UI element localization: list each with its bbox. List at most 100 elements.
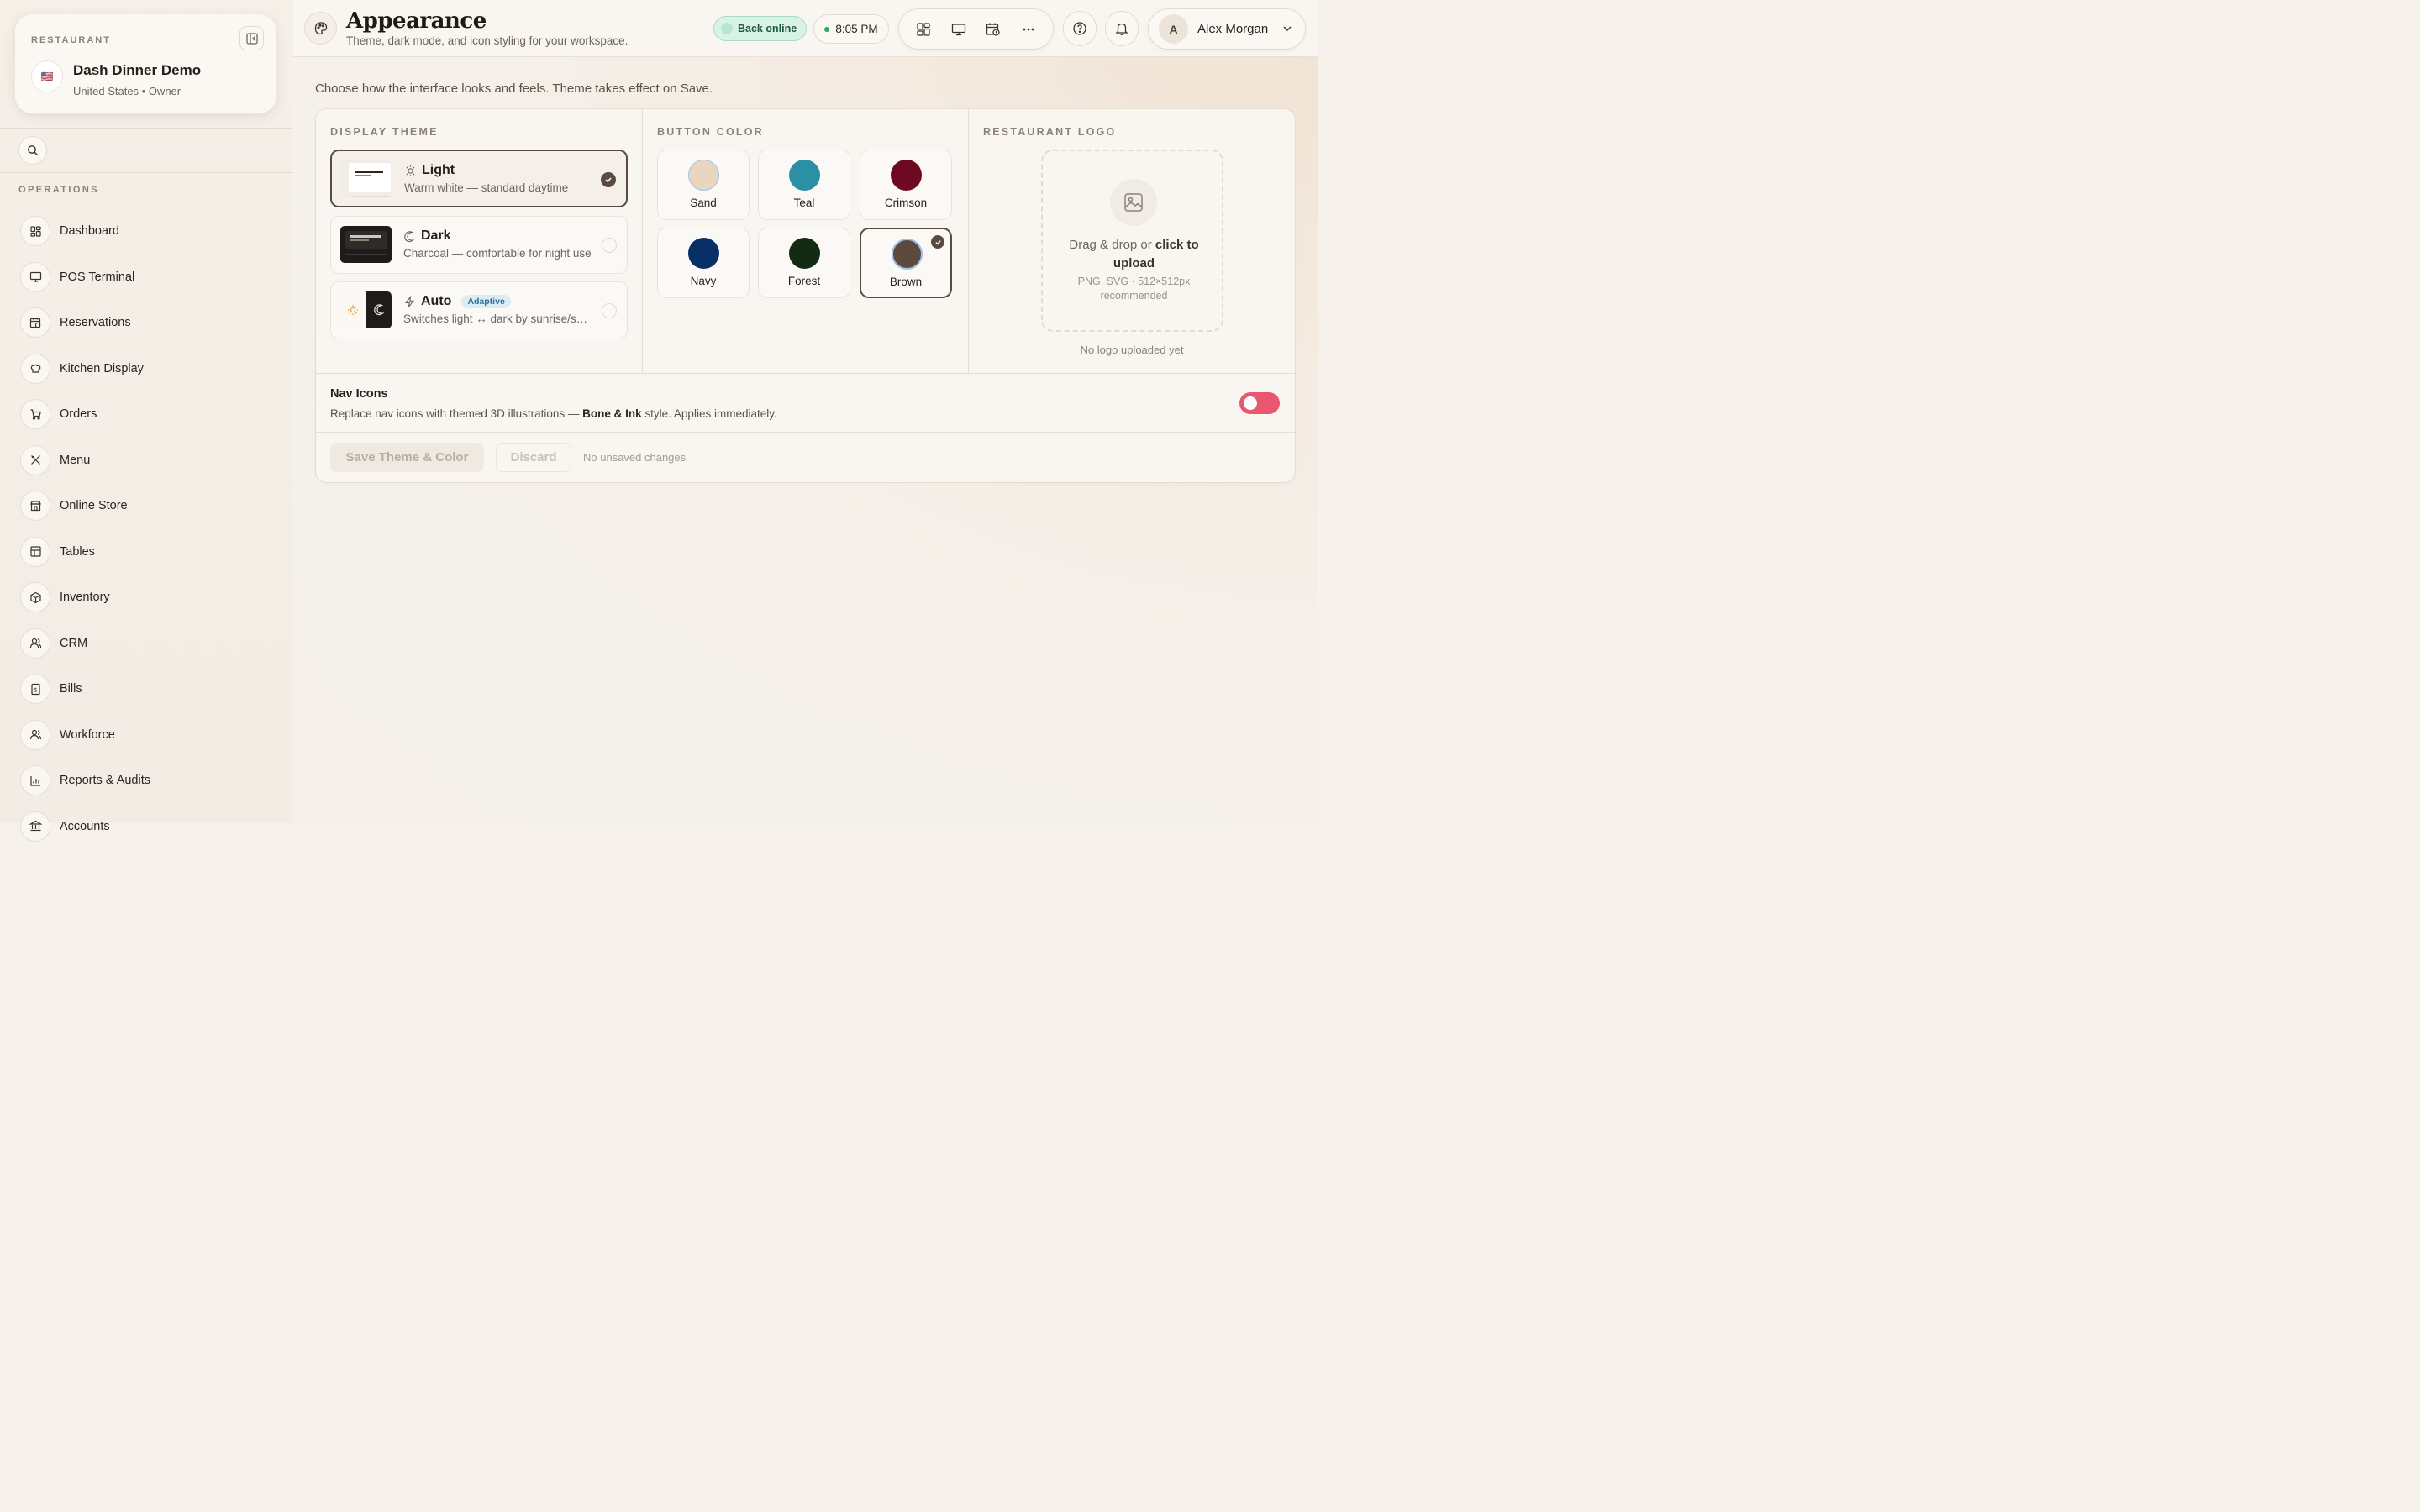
swatch-label: Navy bbox=[690, 275, 717, 287]
sidebar-item-crm[interactable]: CRM bbox=[20, 621, 150, 667]
sidebar-item-inventory[interactable]: Inventory bbox=[20, 575, 150, 621]
swatch-forest[interactable]: Forest bbox=[758, 228, 850, 298]
section-heading: BUTTON COLOR bbox=[657, 126, 764, 138]
sidebar-item-pos-terminal[interactable]: POS Terminal bbox=[20, 255, 150, 301]
sidebar-item-accounts[interactable]: Accounts bbox=[20, 804, 150, 850]
unsaved-status: No unsaved changes bbox=[583, 451, 687, 464]
nav-icons-desc-suffix: style. Applies immediately. bbox=[641, 407, 777, 420]
bell-icon bbox=[1115, 23, 1128, 35]
reservations-shortcut-button[interactable] bbox=[979, 15, 1007, 44]
user-menu-button[interactable]: A Alex Morgan bbox=[1148, 8, 1306, 50]
swatch-label: Crimson bbox=[884, 197, 928, 209]
palette-icon bbox=[304, 12, 337, 45]
utensils-icon bbox=[20, 444, 50, 475]
check-icon bbox=[605, 177, 612, 183]
clock-pill: 8:05 PM bbox=[813, 14, 889, 44]
pos-shortcut-button[interactable] bbox=[944, 15, 973, 44]
swatch-label: Forest bbox=[787, 275, 821, 287]
swatch-navy[interactable]: Navy bbox=[657, 228, 750, 298]
sidebar-item-bills[interactable]: $ Bills bbox=[20, 666, 150, 712]
restaurant-name: Dash Dinner Demo bbox=[73, 62, 202, 78]
swatch-label: Sand bbox=[690, 197, 717, 209]
help-button[interactable] bbox=[1063, 11, 1097, 46]
image-icon bbox=[1110, 179, 1157, 226]
save-theme-button[interactable]: Save Theme & Color bbox=[330, 443, 484, 472]
restaurant-card[interactable]: RESTAURANT 🇺🇸 Dash Dinner Demo United St… bbox=[14, 13, 277, 114]
nav-icons-toggle[interactable] bbox=[1239, 392, 1280, 414]
sidebar-item-label: Tables bbox=[60, 544, 95, 559]
user-name: Alex Morgan bbox=[1197, 22, 1269, 36]
search-icon bbox=[28, 145, 38, 155]
sidebar-item-menu[interactable]: Menu bbox=[20, 438, 150, 484]
monitor-icon bbox=[20, 261, 50, 292]
theme-option-dark[interactable]: Dark Charcoal — comfortable for night us… bbox=[330, 216, 628, 274]
sidebar-item-orders[interactable]: Orders bbox=[20, 391, 150, 438]
sidebar-item-label: POS Terminal bbox=[60, 270, 135, 284]
theme-radio[interactable] bbox=[602, 303, 617, 318]
restaurant-label: RESTAURANT bbox=[31, 35, 111, 45]
online-indicator-icon bbox=[721, 23, 733, 34]
sidebar-item-workforce[interactable]: Workforce bbox=[20, 712, 150, 759]
display-theme-section: DISPLAY THEME Light Warm white — standar… bbox=[316, 109, 643, 373]
topbar: Appearance Theme, dark mode, and icon st… bbox=[293, 0, 1318, 57]
light-theme-thumbnail bbox=[341, 160, 392, 197]
more-options-button[interactable] bbox=[1014, 15, 1043, 44]
collapse-sidebar-button[interactable] bbox=[239, 26, 264, 50]
theme-option-auto[interactable]: Auto Adaptive Switches light ↔ dark by s… bbox=[330, 281, 628, 339]
bank-icon bbox=[20, 811, 50, 842]
sun-icon bbox=[405, 165, 416, 176]
sidebar-item-label: Reservations bbox=[60, 316, 131, 330]
logo-dropzone[interactable]: Drag & drop or click to upload PNG, SVG … bbox=[1041, 150, 1223, 332]
sidebar-item-kitchen-display[interactable]: Kitchen Display bbox=[20, 346, 150, 392]
sidebar-item-label: Dashboard bbox=[60, 224, 119, 239]
color-dot bbox=[688, 160, 719, 191]
sidebar-item-reservations[interactable]: Reservations bbox=[20, 300, 150, 346]
swatch-label: Teal bbox=[793, 197, 815, 209]
nav-icons-setting: Nav Icons Replace nav icons with themed … bbox=[316, 373, 1295, 433]
dashboard-shortcut-button[interactable] bbox=[909, 15, 938, 44]
table-icon bbox=[20, 536, 50, 567]
page-title: Appearance bbox=[346, 8, 487, 34]
theme-option-light[interactable]: Light Warm white — standard daytime bbox=[330, 150, 628, 207]
sidebar-item-reports-audits[interactable]: Reports & Audits bbox=[20, 758, 150, 804]
moon-icon bbox=[404, 230, 415, 242]
sidebar-search-button[interactable] bbox=[18, 136, 47, 165]
sidebar-item-dashboard[interactable]: Dashboard bbox=[20, 208, 150, 255]
discard-button[interactable]: Discard bbox=[496, 443, 571, 472]
sidebar-divider bbox=[0, 172, 292, 173]
color-dot bbox=[789, 160, 820, 191]
connection-status-text: Back online bbox=[738, 23, 797, 34]
sidebar-item-label: CRM bbox=[60, 636, 88, 650]
nav-icons-title: Nav Icons bbox=[330, 387, 388, 401]
sidebar-item-label: Online Store bbox=[60, 499, 128, 513]
main-content: Appearance Theme, dark mode, and icon st… bbox=[293, 0, 1318, 823]
box-icon bbox=[20, 582, 50, 613]
sidebar-item-tables[interactable]: Tables bbox=[20, 529, 150, 575]
sidebar-divider bbox=[0, 128, 292, 129]
sidebar-item-label: Menu bbox=[60, 453, 91, 467]
theme-option-description: Charcoal — comfortable for night use bbox=[403, 247, 592, 260]
section-heading: RESTAURANT LOGO bbox=[983, 126, 1117, 138]
theme-radio[interactable] bbox=[602, 238, 617, 253]
check-icon bbox=[934, 239, 941, 245]
swatch-crimson[interactable]: Crimson bbox=[860, 150, 952, 220]
color-dot bbox=[688, 238, 719, 269]
sidebar-collapse-icon bbox=[245, 32, 258, 45]
swatch-teal[interactable]: Teal bbox=[758, 150, 850, 220]
restaurant-logo-section: RESTAURANT LOGO Drag & drop or click to … bbox=[969, 109, 1295, 373]
sidebar-item-label: Kitchen Display bbox=[60, 361, 144, 375]
theme-radio-selected[interactable] bbox=[601, 172, 616, 187]
swatch-sand[interactable]: Sand bbox=[657, 150, 750, 220]
monitor-icon bbox=[951, 23, 965, 35]
sidebar-item-label: Reports & Audits bbox=[60, 774, 150, 788]
page-intro: Choose how the interface looks and feels… bbox=[315, 81, 713, 96]
theme-option-description: Switches light ↔ dark by sunrise/sunset bbox=[403, 312, 593, 325]
receipt-icon: $ bbox=[20, 674, 50, 705]
swatch-brown[interactable]: Brown bbox=[860, 228, 952, 298]
team-icon bbox=[20, 719, 50, 750]
sidebar-item-online-store[interactable]: Online Store bbox=[20, 483, 150, 529]
sidebar-item-label: Bills bbox=[60, 682, 82, 696]
dark-theme-thumbnail bbox=[340, 226, 392, 263]
moon-icon bbox=[374, 304, 385, 316]
notifications-button[interactable] bbox=[1105, 11, 1139, 46]
